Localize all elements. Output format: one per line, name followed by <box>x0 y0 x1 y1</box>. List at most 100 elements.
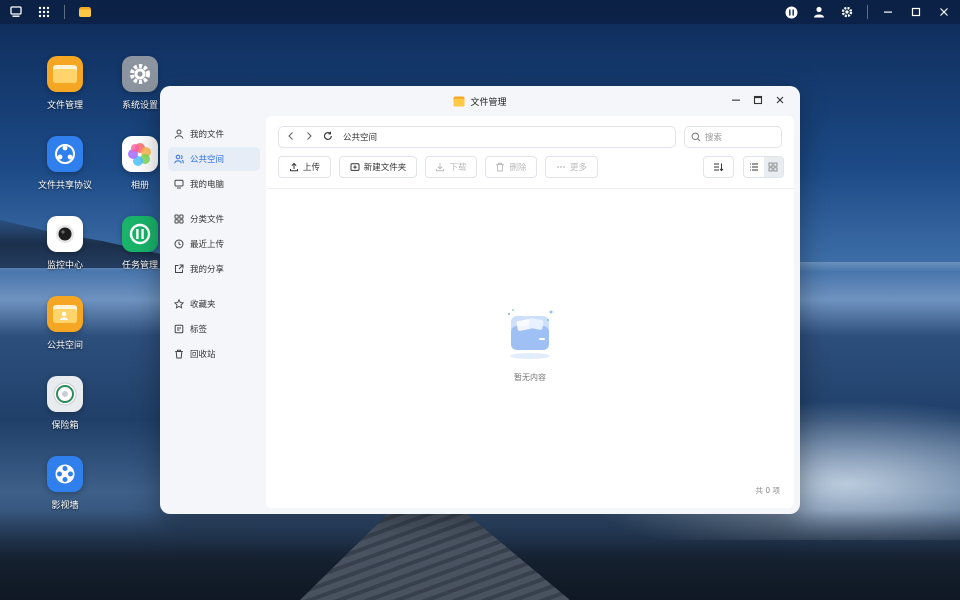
desktop-app-label: 任务管理 <box>121 261 158 271</box>
sidebar-item-label: 我的电脑 <box>190 180 225 190</box>
sort-button[interactable] <box>703 156 734 178</box>
desktop-app-label: 保险箱 <box>51 421 79 431</box>
new-folder-icon <box>350 163 360 171</box>
photos-icon <box>122 136 158 172</box>
sidebar-item-label: 收藏夹 <box>190 300 216 310</box>
sort-icon <box>714 163 724 172</box>
forward-icon[interactable] <box>305 131 313 144</box>
sidebar-item-my-files[interactable]: 我的文件 <box>168 122 260 146</box>
topbar-divider <box>64 5 65 19</box>
more-dots-icon <box>557 166 565 168</box>
upload-icon <box>289 162 298 172</box>
search-input[interactable]: 搜索 <box>684 126 782 148</box>
file-manager-window: 文件管理 我的文件 公共空间 我的电脑 分类文件 最近上传 我的分享 收藏夹 标… <box>160 86 800 514</box>
desktop-app-film-wall[interactable]: 影视墙 <box>25 456 105 511</box>
folder-icon <box>453 96 465 106</box>
delete-label: 删除 <box>509 163 527 173</box>
trash-icon <box>496 162 505 172</box>
sidebar-item-my-shares[interactable]: 我的分享 <box>168 257 260 281</box>
user-icon[interactable] <box>811 4 827 20</box>
category-grid-icon <box>174 214 184 224</box>
sidebar-item-recycle-bin[interactable]: 回收站 <box>168 342 260 366</box>
new-folder-label: 新建文件夹 <box>363 163 407 173</box>
computer-icon <box>174 179 184 189</box>
window-close-icon[interactable] <box>774 94 786 106</box>
maximize-icon[interactable] <box>908 4 924 20</box>
star-icon <box>174 299 184 309</box>
apps-grid-icon[interactable] <box>36 4 52 20</box>
film-icon <box>47 456 83 492</box>
sidebar-item-label: 回收站 <box>190 350 216 360</box>
more-label: 更多 <box>569 163 587 173</box>
empty-box-icon <box>507 309 553 359</box>
close-icon[interactable] <box>936 4 952 20</box>
desktop-app-safe[interactable]: 保险箱 <box>25 376 105 431</box>
user-icon <box>174 129 184 139</box>
desktop-app-label: 文件共享协议 <box>37 181 92 191</box>
download-button[interactable]: 下载 <box>425 156 477 178</box>
upload-label: 上传 <box>302 163 320 173</box>
minimize-icon[interactable] <box>880 4 896 20</box>
upload-status-icon[interactable] <box>783 4 799 20</box>
desktop-app-monitor[interactable]: 监控中心 <box>25 216 105 271</box>
file-list-panel: 公共空间 搜索 上传 新建文件夹 下载 删除 更多 暂无内容 共 0 项 <box>266 116 794 508</box>
tag-icon <box>174 324 184 334</box>
settings-icon[interactable] <box>839 4 855 20</box>
window-minimize-icon[interactable] <box>730 94 742 106</box>
refresh-icon[interactable] <box>323 131 333 144</box>
desktop-app-label: 系统设置 <box>121 101 158 111</box>
sidebar-item-recent-uploads[interactable]: 最近上传 <box>168 232 260 256</box>
sidebar-item-label: 我的文件 <box>190 130 225 140</box>
upload-button[interactable]: 上传 <box>278 156 331 178</box>
more-button[interactable]: 更多 <box>545 156 598 178</box>
search-icon <box>691 132 701 142</box>
window-maximize-icon[interactable] <box>752 94 764 106</box>
camera-icon <box>47 216 83 252</box>
empty-state-text: 暂无内容 <box>514 373 546 382</box>
new-folder-button[interactable]: 新建文件夹 <box>339 156 417 178</box>
grid-view-icon[interactable] <box>763 157 783 177</box>
sidebar-item-label: 公共空间 <box>190 155 225 165</box>
top-bar <box>0 0 960 24</box>
sidebar-item-favorites[interactable]: 收藏夹 <box>168 292 260 316</box>
desktop-app-label: 相册 <box>130 181 149 191</box>
desktop-app-public-space[interactable]: 公共空间 <box>25 296 105 351</box>
sidebar-item-label: 标签 <box>190 325 208 335</box>
topbar-divider <box>867 5 868 19</box>
back-icon[interactable] <box>287 131 295 144</box>
address-bar[interactable]: 公共空间 <box>278 126 676 148</box>
desktop-app-label: 监控中心 <box>46 261 83 271</box>
public-space-icon <box>47 296 83 332</box>
sidebar-item-my-computer[interactable]: 我的电脑 <box>168 172 260 196</box>
empty-state: 暂无内容 <box>492 304 568 383</box>
desktop-app-file-manager[interactable]: 文件管理 <box>25 56 105 111</box>
desktop-app-share-protocol[interactable]: 文件共享协议 <box>25 136 105 191</box>
sidebar-item-categories[interactable]: 分类文件 <box>168 207 260 231</box>
share-protocol-icon <box>47 136 83 172</box>
sidebar-item-label: 分类文件 <box>190 215 225 225</box>
toolbar-divider <box>266 188 794 189</box>
folder-icon <box>47 56 83 92</box>
desktop-icon[interactable] <box>8 4 24 20</box>
safe-icon <box>47 376 83 412</box>
users-icon <box>174 154 184 164</box>
sidebar: 我的文件 公共空间 我的电脑 分类文件 最近上传 我的分享 收藏夹 标签 回收站 <box>160 122 266 514</box>
sidebar-item-label: 最近上传 <box>190 240 225 250</box>
download-label: 下载 <box>449 163 467 173</box>
window-title: 文件管理 <box>470 97 507 108</box>
share-icon <box>175 264 184 273</box>
desktop-app-label: 影视墙 <box>51 501 79 511</box>
trash-icon <box>175 349 183 359</box>
list-view-icon[interactable] <box>744 157 764 177</box>
sidebar-item-public-space[interactable]: 公共空间 <box>168 147 260 171</box>
desktop-app-label: 公共空间 <box>46 341 83 351</box>
desktop-app-label: 文件管理 <box>46 101 83 111</box>
sidebar-item-tags[interactable]: 标签 <box>168 317 260 341</box>
item-count: 共 0 项 <box>755 486 780 495</box>
delete-button[interactable]: 删除 <box>485 156 537 178</box>
file-manager-task-icon[interactable] <box>77 4 93 20</box>
download-icon <box>436 163 445 172</box>
window-titlebar[interactable]: 文件管理 <box>160 86 800 116</box>
